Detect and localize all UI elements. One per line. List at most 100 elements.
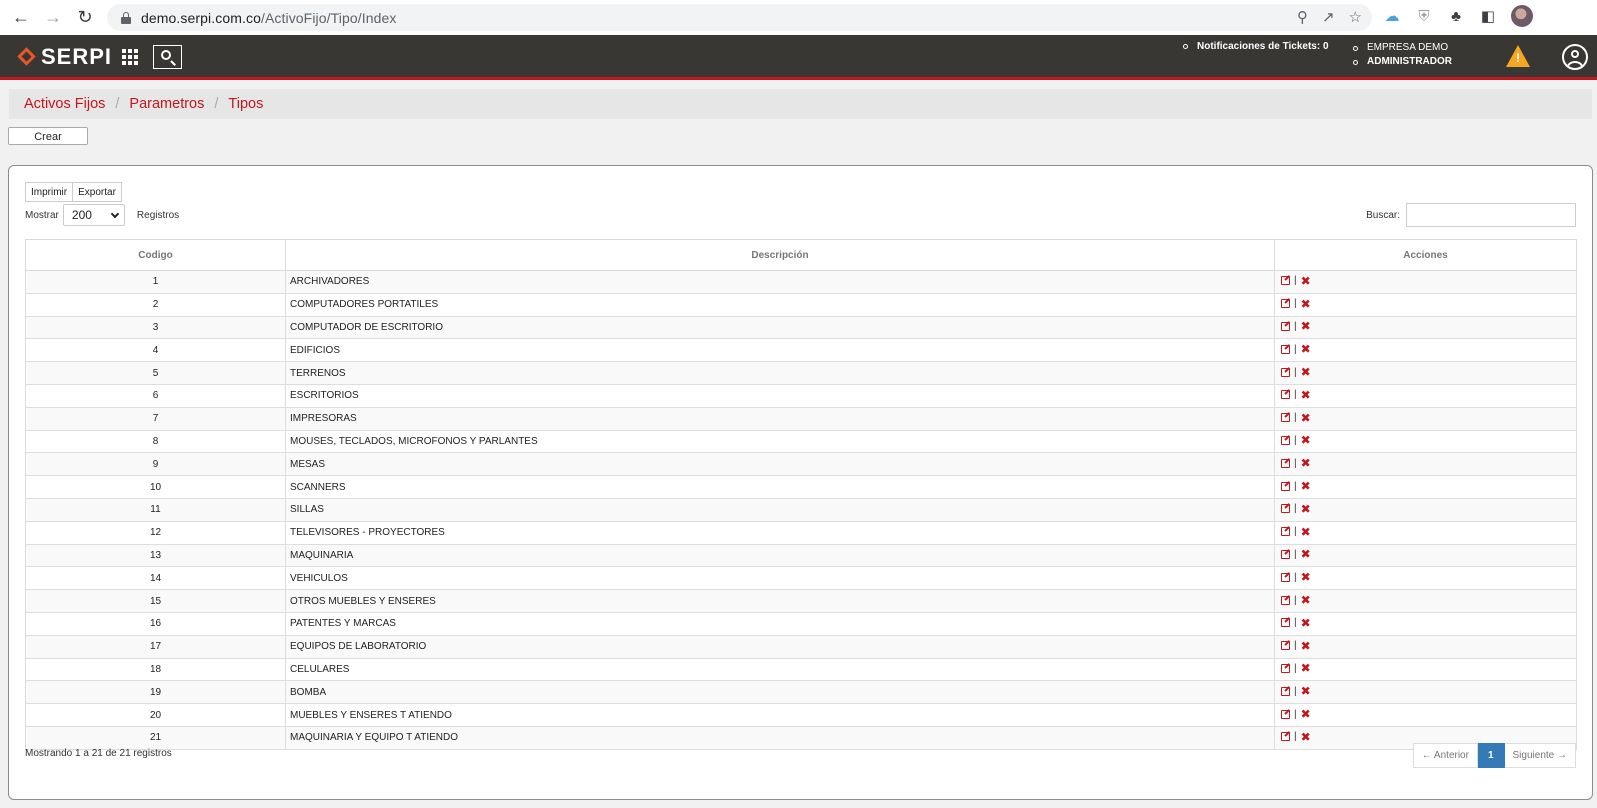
breadcrumb-parametros[interactable]: Parametros	[129, 96, 204, 112]
delete-icon[interactable]: ✖	[1301, 526, 1311, 538]
edit-icon[interactable]	[1281, 367, 1290, 377]
bookmark-star-icon[interactable]: ☆	[1349, 8, 1362, 26]
reload-icon[interactable]: ↻	[71, 4, 99, 32]
warning-icon[interactable]: !	[1506, 45, 1530, 67]
action-separator: |	[1294, 343, 1297, 355]
table-row: 7 IMPRESORAS | ✖	[25, 406, 1577, 431]
delete-icon[interactable]: ✖	[1301, 662, 1311, 674]
delete-icon[interactable]: ✖	[1301, 320, 1311, 332]
back-arrow-icon[interactable]: ←	[7, 4, 35, 32]
delete-icon[interactable]: ✖	[1301, 548, 1311, 560]
table-row: 9 MESAS | ✖	[25, 452, 1577, 476]
table-row: 14 VEHICULOS | ✖	[25, 566, 1577, 590]
cell-acciones: | ✖	[1274, 406, 1577, 431]
delete-icon[interactable]: ✖	[1301, 412, 1311, 424]
edit-icon[interactable]	[1281, 321, 1290, 331]
url-path: /ActivoFijo/Tipo/Index	[260, 9, 397, 26]
edit-icon[interactable]	[1281, 572, 1290, 582]
cell-descripcion: IMPRESORAS	[285, 406, 1275, 431]
apps-grid-icon[interactable]	[122, 49, 138, 65]
profile-avatar[interactable]	[1511, 5, 1533, 27]
column-header-codigo[interactable]: Codigo	[25, 239, 286, 271]
edit-icon[interactable]	[1281, 435, 1290, 445]
print-button[interactable]: Imprimir	[25, 182, 74, 202]
delete-icon[interactable]: ✖	[1301, 298, 1311, 310]
user-account-icon[interactable]	[1562, 44, 1588, 70]
share-icon[interactable]: ↗	[1322, 8, 1335, 26]
breadcrumb: Activos Fijos / Parametros / Tipos	[9, 89, 1592, 119]
edit-icon[interactable]	[1281, 641, 1290, 651]
delete-icon[interactable]: ✖	[1301, 389, 1311, 401]
edit-icon[interactable]	[1281, 549, 1290, 559]
cell-acciones: | ✖	[1274, 634, 1577, 659]
edit-icon[interactable]	[1281, 390, 1290, 400]
edit-icon[interactable]	[1281, 344, 1290, 354]
edit-icon[interactable]	[1281, 527, 1290, 537]
cell-codigo: 1	[25, 270, 286, 294]
user-role: ADMINISTRADOR	[1367, 56, 1452, 67]
cell-acciones: | ✖	[1274, 475, 1577, 499]
pagination-next[interactable]: Siguiente →	[1504, 743, 1576, 768]
cloud-extension-icon[interactable]: ☁	[1383, 7, 1401, 25]
table-row: 21 MAQUINARIA Y EQUIPO T ATIENDO | ✖	[25, 725, 1577, 750]
action-separator: |	[1294, 298, 1297, 310]
breadcrumb-tipos[interactable]: Tipos	[228, 96, 263, 112]
edit-icon[interactable]	[1281, 276, 1290, 286]
delete-icon[interactable]: ✖	[1301, 617, 1311, 629]
edit-icon[interactable]	[1281, 663, 1290, 673]
edit-icon[interactable]	[1281, 413, 1290, 423]
edit-icon[interactable]	[1281, 709, 1290, 719]
cell-acciones: | ✖	[1274, 611, 1577, 636]
cell-codigo: 7	[25, 406, 286, 431]
delete-icon[interactable]: ✖	[1301, 571, 1311, 583]
edit-icon[interactable]	[1281, 732, 1290, 742]
shield-extension-icon[interactable]: ⛨	[1415, 7, 1433, 25]
extensions-puzzle-icon[interactable]: ♣	[1447, 7, 1465, 25]
edit-icon[interactable]	[1281, 595, 1290, 605]
side-panel-icon[interactable]: ◧	[1479, 7, 1497, 25]
delete-icon[interactable]: ✖	[1301, 640, 1311, 652]
zoom-icon[interactable]: ⚲	[1297, 8, 1308, 26]
edit-icon[interactable]	[1281, 299, 1290, 309]
breadcrumb-activos-fijos[interactable]: Activos Fijos	[24, 96, 105, 112]
column-header-descripcion[interactable]: Descripción	[285, 239, 1275, 271]
breadcrumb-separator: /	[115, 96, 120, 112]
delete-icon[interactable]: ✖	[1301, 480, 1311, 492]
types-table: Codigo Descripción Acciones 1 ARCHIVADORE…	[25, 239, 1577, 750]
search-icon[interactable]	[153, 45, 182, 69]
cell-descripcion: EQUIPOS DE LABORATORIO	[285, 634, 1275, 659]
delete-icon[interactable]: ✖	[1301, 366, 1311, 378]
create-button[interactable]: Crear	[8, 127, 88, 145]
edit-icon[interactable]	[1281, 458, 1290, 468]
edit-icon[interactable]	[1281, 481, 1290, 491]
delete-icon[interactable]: ✖	[1301, 685, 1311, 697]
cell-descripcion: MAQUINARIA	[285, 543, 1275, 567]
edit-icon[interactable]	[1281, 504, 1290, 514]
delete-icon[interactable]: ✖	[1301, 343, 1311, 355]
export-buttons: Imprimir Exportar	[25, 182, 122, 202]
delete-icon[interactable]: ✖	[1301, 731, 1311, 743]
pagination-previous[interactable]: ← Anterior	[1412, 743, 1478, 768]
delete-icon[interactable]: ✖	[1301, 457, 1311, 469]
cell-acciones: | ✖	[1274, 452, 1577, 476]
cell-codigo: 17	[25, 634, 286, 659]
search-input[interactable]	[1406, 203, 1576, 227]
delete-icon[interactable]: ✖	[1301, 434, 1311, 446]
delete-icon[interactable]: ✖	[1301, 275, 1311, 287]
edit-icon[interactable]	[1281, 618, 1290, 628]
delete-icon[interactable]: ✖	[1301, 594, 1311, 606]
table-row: 10 SCANNERS | ✖	[25, 475, 1577, 499]
address-bar[interactable]: demo.serpi.com.co/ActivoFijo/Tipo/Index …	[107, 4, 1372, 31]
forward-arrow-icon[interactable]: →	[39, 4, 67, 32]
delete-icon[interactable]: ✖	[1301, 708, 1311, 720]
action-separator: |	[1294, 526, 1297, 538]
ticket-notifications[interactable]: Notificaciones de Tickets: 0	[1183, 41, 1329, 52]
delete-icon[interactable]: ✖	[1301, 503, 1311, 515]
pagination-page-current[interactable]: 1	[1477, 743, 1505, 768]
table-row: 4 EDIFICIOS | ✖	[25, 338, 1577, 362]
export-button[interactable]: Exportar	[73, 182, 122, 202]
page-length-select[interactable]: 200	[62, 204, 125, 226]
serpi-logo[interactable]: SERPI	[17, 44, 112, 70]
edit-icon[interactable]	[1281, 686, 1290, 696]
cell-acciones: | ✖	[1274, 589, 1577, 613]
